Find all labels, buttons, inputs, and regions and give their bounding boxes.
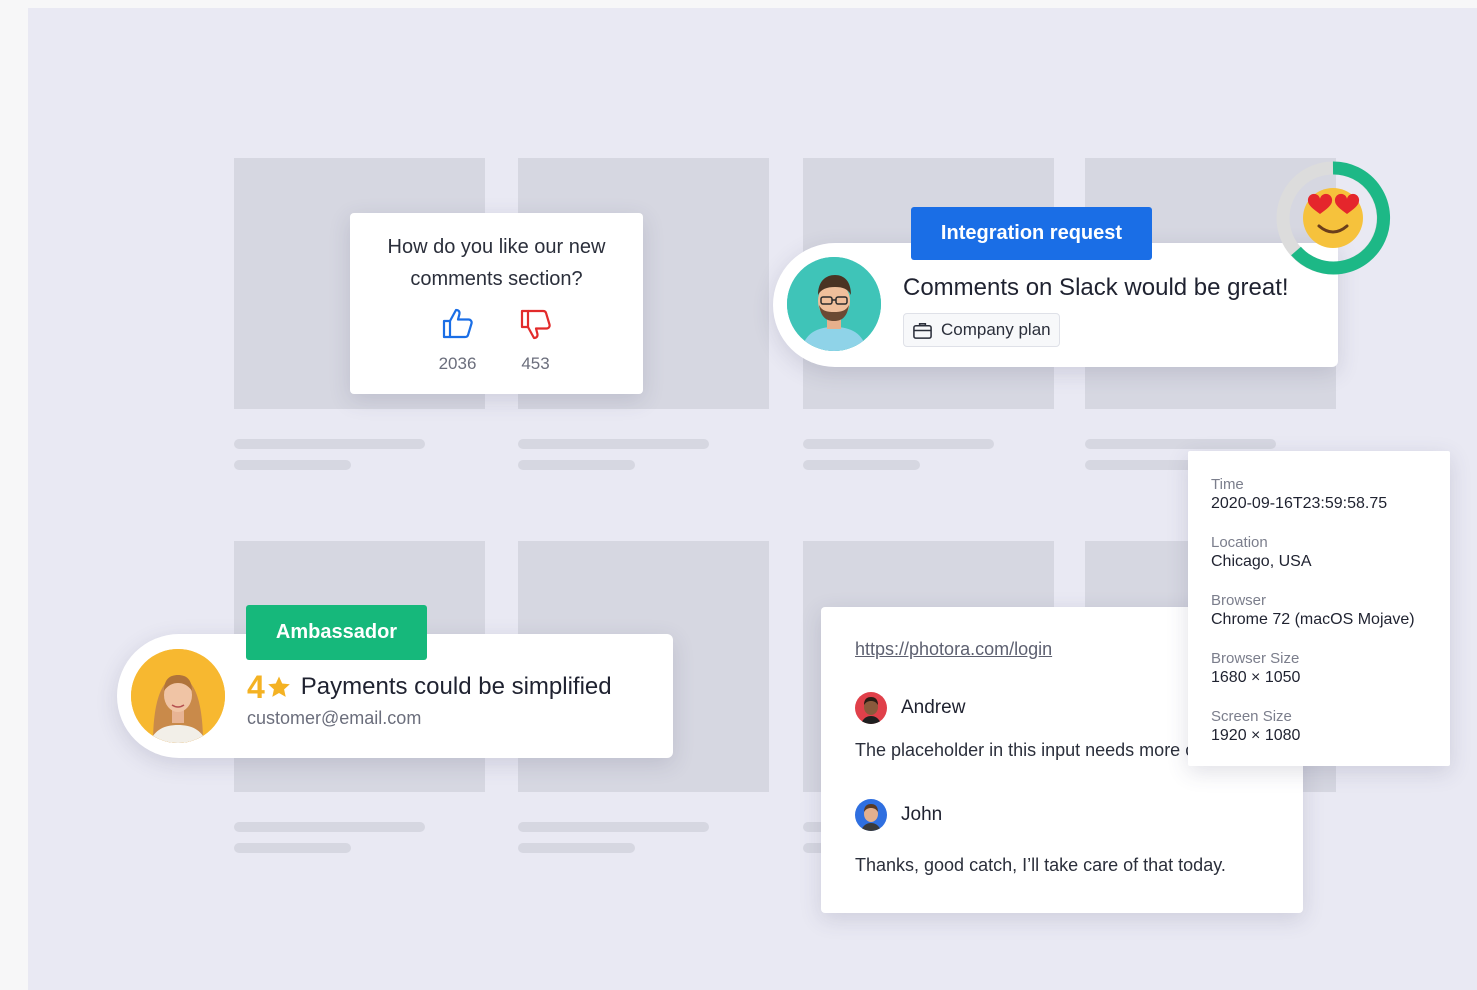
placeholder-line bbox=[234, 439, 425, 449]
meta-label: Location bbox=[1211, 534, 1268, 551]
placeholder-line bbox=[234, 822, 425, 832]
placeholder-line bbox=[234, 460, 351, 470]
customer-email: customer@email.com bbox=[247, 708, 422, 728]
briefcase-icon bbox=[913, 322, 932, 339]
placeholder-line bbox=[1085, 460, 1202, 470]
placeholder-line bbox=[1085, 439, 1276, 449]
dislike-button[interactable]: 453 bbox=[512, 306, 560, 374]
meta-value: 1920 × 1080 bbox=[1211, 727, 1301, 744]
plan-label: Company plan bbox=[941, 320, 1051, 339]
meta-browser: Browser Chrome 72 (macOS Mojave) bbox=[1211, 591, 1415, 630]
meta-label: Browser Size bbox=[1211, 650, 1300, 667]
placeholder-line bbox=[518, 822, 709, 832]
placeholder-line bbox=[518, 439, 709, 449]
environment-metadata-panel: Time 2020-09-16T23:59:58.75 Location Chi… bbox=[1188, 451, 1450, 766]
like-button[interactable]: 2036 bbox=[434, 306, 482, 374]
meta-label: Time bbox=[1211, 476, 1244, 493]
heart-eyes-emoji-icon bbox=[1276, 161, 1390, 275]
page-url-link[interactable]: https://photora.com/login bbox=[855, 639, 1052, 660]
meta-screen-size: Screen Size 1920 × 1080 bbox=[1211, 707, 1300, 746]
plan-badge: Company plan bbox=[903, 313, 1060, 347]
avatar bbox=[787, 257, 881, 351]
author-name: John bbox=[901, 804, 943, 825]
thumbs-up-icon bbox=[442, 308, 473, 339]
meta-browser-size: Browser Size 1680 × 1050 bbox=[1211, 649, 1300, 688]
integration-request-card[interactable]: Comments on Slack would be great! Compan… bbox=[773, 243, 1338, 367]
meta-label: Browser bbox=[1211, 592, 1267, 609]
placeholder-line bbox=[518, 460, 635, 470]
placeholder-line bbox=[803, 439, 994, 449]
author-name: Andrew bbox=[901, 697, 966, 718]
avatar bbox=[131, 649, 225, 743]
meta-value: Chrome 72 (macOS Mojave) bbox=[1211, 611, 1415, 628]
ambassador-tag: Ambassador bbox=[246, 605, 427, 660]
meta-value: 1680 × 1050 bbox=[1211, 669, 1301, 686]
integration-request-tag: Integration request bbox=[911, 207, 1152, 260]
poll-question: How do you like our new comments section… bbox=[387, 236, 606, 290]
poll-card: How do you like our new comments section… bbox=[350, 213, 643, 394]
dislike-count: 453 bbox=[521, 354, 550, 373]
john-avatar-icon bbox=[855, 799, 887, 831]
thumbs-down-icon bbox=[520, 309, 551, 340]
comment-author: Andrew bbox=[855, 692, 965, 724]
man-avatar-icon bbox=[787, 257, 881, 351]
avatar bbox=[855, 692, 887, 724]
rating-value: 4 bbox=[247, 669, 265, 705]
like-count: 2036 bbox=[438, 354, 477, 373]
integration-comment: Comments on Slack would be great! bbox=[903, 274, 1289, 301]
placeholder-line bbox=[518, 843, 635, 853]
placeholder-line bbox=[234, 843, 351, 853]
meta-value: 2020-09-16T23:59:58.75 bbox=[1211, 495, 1388, 512]
comment-author: John bbox=[855, 799, 942, 831]
woman-avatar-icon bbox=[131, 649, 225, 743]
rating-line: 4 Payments could be simplified bbox=[247, 671, 612, 703]
star-icon bbox=[267, 676, 290, 697]
avatar bbox=[855, 799, 887, 831]
poll-options: 2036 453 bbox=[350, 306, 643, 374]
comment-text: Thanks, good catch, I’ll take care of th… bbox=[855, 855, 1226, 875]
ambassador-comment: Payments could be simplified bbox=[300, 673, 612, 700]
meta-label: Screen Size bbox=[1211, 708, 1292, 725]
meta-time: Time 2020-09-16T23:59:58.75 bbox=[1211, 475, 1387, 514]
andrew-avatar-icon bbox=[855, 692, 887, 724]
meta-value: Chicago, USA bbox=[1211, 553, 1312, 570]
placeholder-line bbox=[803, 460, 920, 470]
meta-location: Location Chicago, USA bbox=[1211, 533, 1312, 572]
